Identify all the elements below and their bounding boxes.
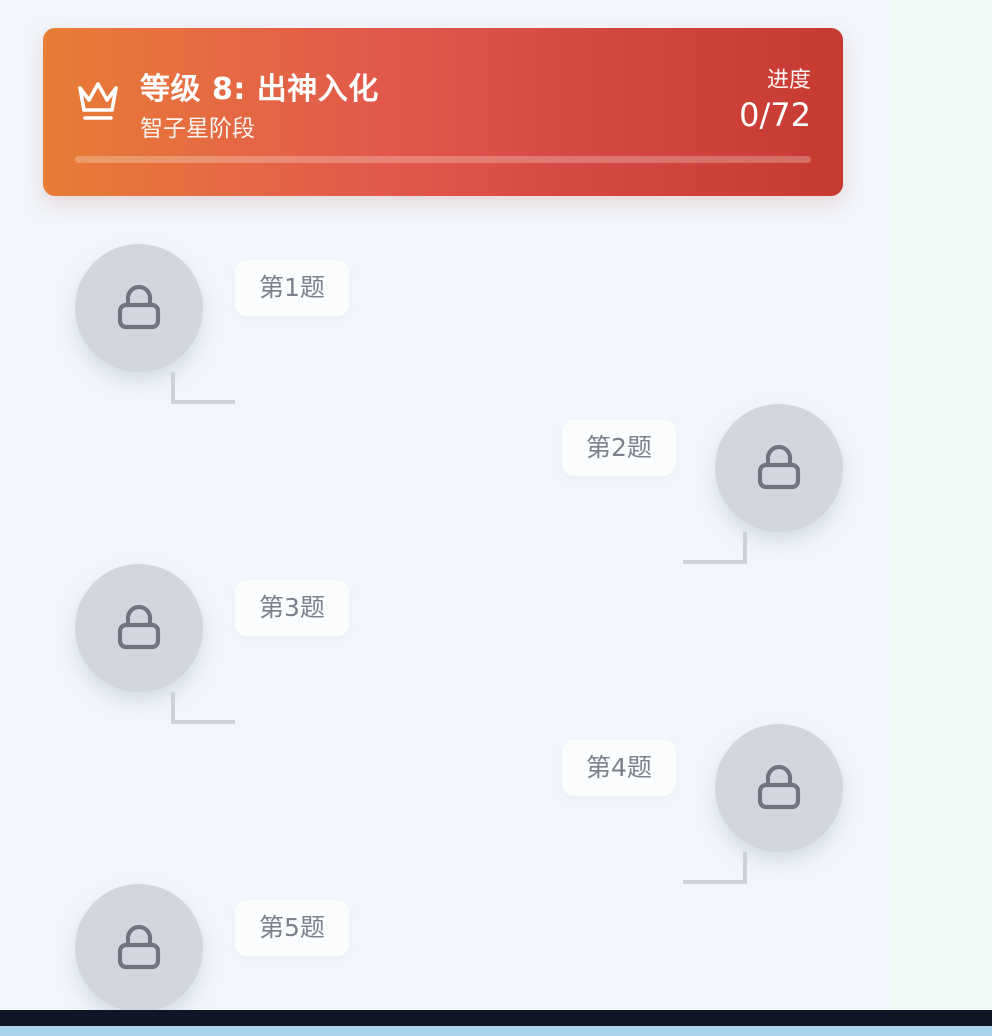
level-subtitle: 智子星阶段 xyxy=(140,116,255,142)
question-node-5[interactable] xyxy=(75,884,203,1012)
right-panel xyxy=(890,0,992,1010)
progress-value: 0/72 xyxy=(739,96,811,134)
question-label-3[interactable]: 第3题 xyxy=(235,580,349,636)
path-connector xyxy=(683,532,747,564)
question-node-3[interactable] xyxy=(75,564,203,692)
question-label-1[interactable]: 第1题 xyxy=(235,260,349,316)
path-connector xyxy=(171,692,235,724)
level-header-card: 等级 8: 出神入化 智子星阶段 进度 0/72 xyxy=(43,28,843,196)
path-connector xyxy=(171,372,235,404)
question-node-4[interactable] xyxy=(715,724,843,852)
lock-icon xyxy=(117,604,161,650)
level-title: 等级 8: 出神入化 xyxy=(140,72,379,107)
question-label-4[interactable]: 第4题 xyxy=(562,740,676,796)
crown-icon xyxy=(78,82,118,120)
question-label-5[interactable]: 第5题 xyxy=(235,900,349,956)
lock-icon xyxy=(117,284,161,330)
bottom-bar xyxy=(0,1010,992,1026)
question-node-2[interactable] xyxy=(715,404,843,532)
lock-icon xyxy=(757,764,801,810)
progress-bar xyxy=(75,156,811,163)
question-node-1[interactable] xyxy=(75,244,203,372)
bottom-strip xyxy=(0,1026,992,1036)
progress-label: 进度 xyxy=(766,68,811,93)
question-label-2[interactable]: 第2题 xyxy=(562,420,676,476)
lock-icon xyxy=(117,924,161,970)
path-connector xyxy=(683,852,747,884)
lock-icon xyxy=(757,444,801,490)
